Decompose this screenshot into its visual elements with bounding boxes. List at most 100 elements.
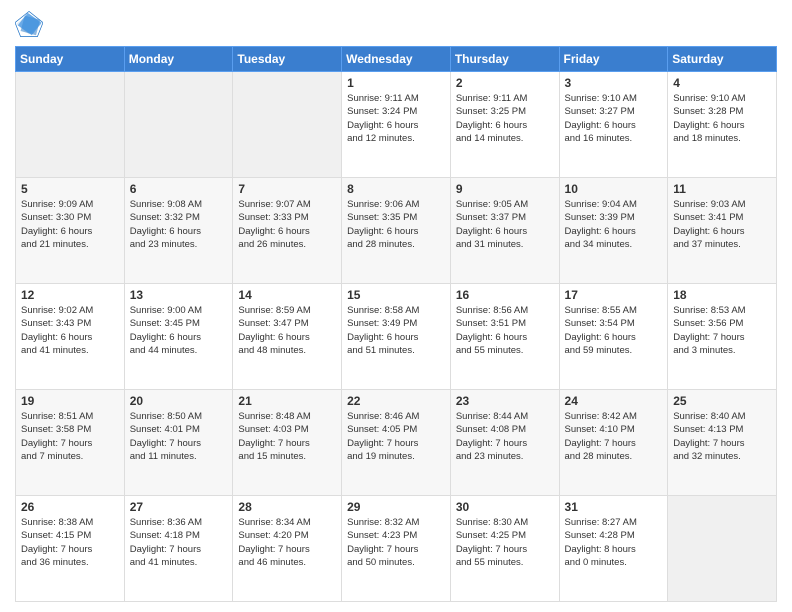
day-number: 24	[565, 394, 663, 408]
calendar-cell: 19 Sunrise: 8:51 AM Sunset: 3:58 PM Dayli…	[16, 390, 125, 496]
day-number: 22	[347, 394, 445, 408]
weekday-header-tuesday: Tuesday	[233, 47, 342, 72]
day-number: 14	[238, 288, 336, 302]
calendar-cell: 13 Sunrise: 9:00 AM Sunset: 3:45 PM Dayli…	[124, 284, 233, 390]
calendar-week-row: 1 Sunrise: 9:11 AM Sunset: 3:24 PM Daylig…	[16, 72, 777, 178]
day-number: 11	[673, 182, 771, 196]
calendar-cell: 4 Sunrise: 9:10 AM Sunset: 3:28 PM Daylig…	[668, 72, 777, 178]
weekday-header-monday: Monday	[124, 47, 233, 72]
day-info: Sunrise: 8:32 AM Sunset: 4:23 PM Dayligh…	[347, 516, 445, 569]
weekday-header-wednesday: Wednesday	[342, 47, 451, 72]
day-number: 30	[456, 500, 554, 514]
calendar-week-row: 19 Sunrise: 8:51 AM Sunset: 3:58 PM Dayli…	[16, 390, 777, 496]
day-info: Sunrise: 8:34 AM Sunset: 4:20 PM Dayligh…	[238, 516, 336, 569]
calendar-cell: 6Sunrise: 9:08 AM Sunset: 3:32 PM Daylig…	[124, 178, 233, 284]
day-info: Sunrise: 8:58 AM Sunset: 3:49 PM Dayligh…	[347, 304, 445, 357]
day-info: Sunrise: 9:08 AM Sunset: 3:32 PM Dayligh…	[130, 198, 228, 251]
day-info: Sunrise: 8:36 AM Sunset: 4:18 PM Dayligh…	[130, 516, 228, 569]
day-info: Sunrise: 8:56 AM Sunset: 3:51 PM Dayligh…	[456, 304, 554, 357]
calendar-cell: 18Sunrise: 8:53 AM Sunset: 3:56 PM Dayli…	[668, 284, 777, 390]
day-info: Sunrise: 8:30 AM Sunset: 4:25 PM Dayligh…	[456, 516, 554, 569]
day-info: Sunrise: 9:05 AM Sunset: 3:37 PM Dayligh…	[456, 198, 554, 251]
day-info: Sunrise: 8:48 AM Sunset: 4:03 PM Dayligh…	[238, 410, 336, 463]
day-info: Sunrise: 8:51 AM Sunset: 3:58 PM Dayligh…	[21, 410, 119, 463]
calendar-cell: 30 Sunrise: 8:30 AM Sunset: 4:25 PM Dayli…	[450, 496, 559, 602]
calendar-cell: 5Sunrise: 9:09 AM Sunset: 3:30 PM Daylig…	[16, 178, 125, 284]
calendar-cell: 24 Sunrise: 8:42 AM Sunset: 4:10 PM Dayli…	[559, 390, 668, 496]
day-number: 16	[456, 288, 554, 302]
calendar-header-row: SundayMondayTuesdayWednesdayThursdayFrid…	[16, 47, 777, 72]
calendar-cell: 28 Sunrise: 8:34 AM Sunset: 4:20 PM Dayli…	[233, 496, 342, 602]
day-info: Sunrise: 9:04 AM Sunset: 3:39 PM Dayligh…	[565, 198, 663, 251]
day-number: 27	[130, 500, 228, 514]
calendar-cell: 23Sunrise: 8:44 AM Sunset: 4:08 PM Dayli…	[450, 390, 559, 496]
day-number: 2	[456, 76, 554, 90]
day-number: 7	[238, 182, 336, 196]
day-info: Sunrise: 9:02 AM Sunset: 3:43 PM Dayligh…	[21, 304, 119, 357]
calendar-cell: 16 Sunrise: 8:56 AM Sunset: 3:51 PM Dayli…	[450, 284, 559, 390]
day-number: 26	[21, 500, 119, 514]
weekday-header-saturday: Saturday	[668, 47, 777, 72]
day-number: 5	[21, 182, 119, 196]
calendar-cell: 10 Sunrise: 9:04 AM Sunset: 3:39 PM Dayli…	[559, 178, 668, 284]
day-number: 8	[347, 182, 445, 196]
day-info: Sunrise: 9:11 AM Sunset: 3:24 PM Dayligh…	[347, 92, 445, 145]
day-number: 17	[565, 288, 663, 302]
day-number: 1	[347, 76, 445, 90]
day-number: 20	[130, 394, 228, 408]
calendar-cell: 1 Sunrise: 9:11 AM Sunset: 3:24 PM Daylig…	[342, 72, 451, 178]
day-info: Sunrise: 9:06 AM Sunset: 3:35 PM Dayligh…	[347, 198, 445, 251]
day-number: 9	[456, 182, 554, 196]
logo-icon	[15, 10, 43, 38]
calendar-cell	[16, 72, 125, 178]
day-number: 3	[565, 76, 663, 90]
day-info: Sunrise: 9:11 AM Sunset: 3:25 PM Dayligh…	[456, 92, 554, 145]
calendar-week-row: 12 Sunrise: 9:02 AM Sunset: 3:43 PM Dayli…	[16, 284, 777, 390]
weekday-header-thursday: Thursday	[450, 47, 559, 72]
day-info: Sunrise: 9:10 AM Sunset: 3:28 PM Dayligh…	[673, 92, 771, 145]
day-info: Sunrise: 8:27 AM Sunset: 4:28 PM Dayligh…	[565, 516, 663, 569]
calendar-cell: 11 Sunrise: 9:03 AM Sunset: 3:41 PM Dayli…	[668, 178, 777, 284]
day-info: Sunrise: 8:55 AM Sunset: 3:54 PM Dayligh…	[565, 304, 663, 357]
calendar-table: SundayMondayTuesdayWednesdayThursdayFrid…	[15, 46, 777, 602]
page: SundayMondayTuesdayWednesdayThursdayFrid…	[0, 0, 792, 612]
calendar-cell: 17 Sunrise: 8:55 AM Sunset: 3:54 PM Dayli…	[559, 284, 668, 390]
day-info: Sunrise: 9:03 AM Sunset: 3:41 PM Dayligh…	[673, 198, 771, 251]
calendar-cell: 14 Sunrise: 8:59 AM Sunset: 3:47 PM Dayli…	[233, 284, 342, 390]
day-info: Sunrise: 8:38 AM Sunset: 4:15 PM Dayligh…	[21, 516, 119, 569]
calendar-cell: 22Sunrise: 8:46 AM Sunset: 4:05 PM Dayli…	[342, 390, 451, 496]
weekday-header-sunday: Sunday	[16, 47, 125, 72]
day-info: Sunrise: 8:50 AM Sunset: 4:01 PM Dayligh…	[130, 410, 228, 463]
calendar-cell: 29Sunrise: 8:32 AM Sunset: 4:23 PM Dayli…	[342, 496, 451, 602]
calendar-cell: 21Sunrise: 8:48 AM Sunset: 4:03 PM Dayli…	[233, 390, 342, 496]
calendar-cell: 12 Sunrise: 9:02 AM Sunset: 3:43 PM Dayli…	[16, 284, 125, 390]
day-info: Sunrise: 8:40 AM Sunset: 4:13 PM Dayligh…	[673, 410, 771, 463]
calendar-cell	[233, 72, 342, 178]
day-number: 28	[238, 500, 336, 514]
day-number: 31	[565, 500, 663, 514]
day-info: Sunrise: 9:07 AM Sunset: 3:33 PM Dayligh…	[238, 198, 336, 251]
calendar-cell: 27 Sunrise: 8:36 AM Sunset: 4:18 PM Dayli…	[124, 496, 233, 602]
day-number: 10	[565, 182, 663, 196]
day-number: 13	[130, 288, 228, 302]
day-number: 25	[673, 394, 771, 408]
calendar-cell: 3 Sunrise: 9:10 AM Sunset: 3:27 PM Daylig…	[559, 72, 668, 178]
day-number: 19	[21, 394, 119, 408]
calendar-cell: 2 Sunrise: 9:11 AM Sunset: 3:25 PM Daylig…	[450, 72, 559, 178]
day-info: Sunrise: 8:42 AM Sunset: 4:10 PM Dayligh…	[565, 410, 663, 463]
calendar-cell: 15 Sunrise: 8:58 AM Sunset: 3:49 PM Dayli…	[342, 284, 451, 390]
day-info: Sunrise: 8:59 AM Sunset: 3:47 PM Dayligh…	[238, 304, 336, 357]
day-info: Sunrise: 9:10 AM Sunset: 3:27 PM Dayligh…	[565, 92, 663, 145]
day-number: 23	[456, 394, 554, 408]
day-number: 15	[347, 288, 445, 302]
day-info: Sunrise: 9:00 AM Sunset: 3:45 PM Dayligh…	[130, 304, 228, 357]
calendar-cell	[668, 496, 777, 602]
calendar-cell: 8 Sunrise: 9:06 AM Sunset: 3:35 PM Daylig…	[342, 178, 451, 284]
calendar-cell: 7 Sunrise: 9:07 AM Sunset: 3:33 PM Daylig…	[233, 178, 342, 284]
calendar-cell: 26 Sunrise: 8:38 AM Sunset: 4:15 PM Dayli…	[16, 496, 125, 602]
calendar-week-row: 5Sunrise: 9:09 AM Sunset: 3:30 PM Daylig…	[16, 178, 777, 284]
day-number: 4	[673, 76, 771, 90]
calendar-cell: 25 Sunrise: 8:40 AM Sunset: 4:13 PM Dayli…	[668, 390, 777, 496]
calendar-cell	[124, 72, 233, 178]
day-number: 12	[21, 288, 119, 302]
